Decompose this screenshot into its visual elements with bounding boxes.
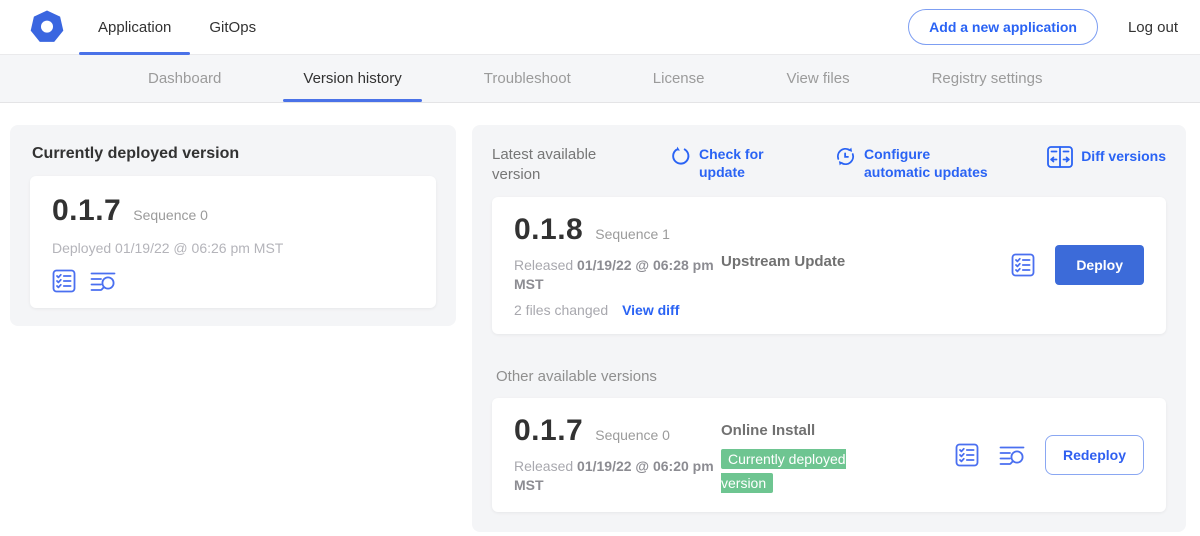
view-diff-link[interactable]: View diff: [622, 302, 679, 318]
subnav-registry-settings[interactable]: Registry settings: [932, 55, 1043, 102]
other-source-column: Online Install Currently deployed versio…: [721, 414, 955, 496]
diff-versions-label: Diff versions: [1081, 147, 1166, 165]
deployed-version-number: 0.1.7: [52, 194, 121, 228]
other-version-actions: Redeploy: [955, 414, 1144, 496]
currently-deployed-panel: Currently deployed version 0.1.7 Sequenc…: [10, 125, 456, 326]
main-content: Currently deployed version 0.1.7 Sequenc…: [0, 103, 1200, 532]
other-sequence-label: Sequence 0: [595, 427, 670, 443]
add-application-button[interactable]: Add a new application: [908, 9, 1098, 45]
latest-version-number: 0.1.8: [514, 213, 583, 247]
preflight-checklist-icon[interactable]: [1011, 253, 1035, 277]
subnav-license-label: License: [653, 70, 705, 87]
logout-link[interactable]: Log out: [1128, 19, 1178, 36]
deployed-version-row: 0.1.7 Sequence 0: [52, 194, 414, 228]
deployed-timestamp: Deployed 01/19/22 @ 06:26 pm MST: [52, 240, 414, 256]
kots-logo-icon: [30, 10, 64, 44]
redeploy-button[interactable]: Redeploy: [1045, 435, 1144, 475]
deployed-actions: [52, 269, 414, 293]
other-released-timestamp: Released 01/19/22 @ 06:20 pm MST: [514, 457, 714, 496]
refresh-icon: [670, 146, 691, 167]
check-for-update-link[interactable]: Check for update: [670, 145, 769, 181]
latest-version-card: 0.1.8 Sequence 1 Released 01/19/22 @ 06:…: [492, 197, 1166, 334]
latest-source-label: Upstream Update: [721, 253, 845, 270]
check-for-update-label: Check for update: [699, 145, 769, 181]
auto-update-clock-icon: [835, 146, 856, 167]
version-history-panel: Latest available version Check for updat…: [472, 125, 1186, 532]
view-logs-icon[interactable]: [90, 269, 116, 293]
subnav-version-history[interactable]: Version history: [303, 55, 401, 102]
latest-version-actions: Deploy: [1011, 213, 1144, 318]
other-version-info: 0.1.7 Sequence 0 Released 01/19/22 @ 06:…: [514, 414, 719, 496]
released-prefix: Released: [514, 458, 573, 474]
top-nav-right: Add a new application Log out: [908, 9, 1200, 45]
currently-deployed-title: Currently deployed version: [32, 145, 436, 163]
files-changed-label: 2 files changed: [514, 302, 608, 318]
subnav-troubleshoot-label: Troubleshoot: [484, 70, 571, 87]
configure-automatic-updates-link[interactable]: Configure automatic updates: [835, 145, 998, 181]
tab-application[interactable]: Application: [79, 0, 190, 55]
other-source-label: Online Install: [721, 422, 815, 439]
latest-sequence-label: Sequence 1: [595, 226, 670, 242]
preflight-checklist-icon[interactable]: [955, 443, 979, 467]
configure-automatic-updates-label: Configure automatic updates: [864, 145, 998, 181]
diff-versions-link[interactable]: Diff versions: [1047, 145, 1166, 168]
currently-deployed-badge-wrap: Currently deployed version: [721, 448, 883, 496]
latest-source-column: Upstream Update: [721, 213, 1011, 318]
deploy-button[interactable]: Deploy: [1055, 245, 1144, 285]
app-tabs: Application GitOps: [79, 0, 275, 55]
deployed-sequence-label: Sequence 0: [133, 207, 208, 223]
other-available-versions-title: Other available versions: [496, 368, 1166, 385]
subnav-license[interactable]: License: [653, 55, 705, 102]
deployed-version-card: 0.1.7 Sequence 0 Deployed 01/19/22 @ 06:…: [30, 176, 436, 308]
subnav-view-files[interactable]: View files: [786, 55, 849, 102]
preflight-checklist-icon[interactable]: [52, 269, 76, 293]
version-history-header: Latest available version Check for updat…: [492, 145, 1166, 185]
subnav-dashboard-label: Dashboard: [148, 70, 221, 87]
tab-application-label: Application: [98, 19, 171, 36]
app-sub-nav: Dashboard Version history Troubleshoot L…: [0, 55, 1200, 103]
diff-icon: [1047, 146, 1073, 168]
tab-gitops[interactable]: GitOps: [190, 0, 275, 55]
latest-version-info: 0.1.8 Sequence 1 Released 01/19/22 @ 06:…: [514, 213, 719, 318]
subnav-dashboard[interactable]: Dashboard: [148, 55, 221, 102]
subnav-troubleshoot[interactable]: Troubleshoot: [484, 55, 571, 102]
subnav-registry-settings-label: Registry settings: [932, 70, 1043, 87]
latest-available-title: Latest available version: [492, 145, 624, 185]
top-nav: Application GitOps Add a new application…: [0, 0, 1200, 55]
latest-files-row: 2 files changed View diff: [514, 302, 719, 318]
released-prefix: Released: [514, 257, 573, 273]
latest-released-timestamp: Released 01/19/22 @ 06:28 pm MST: [514, 256, 714, 295]
other-version-number: 0.1.7: [514, 414, 583, 448]
other-version-card: 0.1.7 Sequence 0 Released 01/19/22 @ 06:…: [492, 398, 1166, 512]
view-logs-icon[interactable]: [999, 443, 1025, 467]
currently-deployed-badge: Currently deployed version: [721, 449, 846, 493]
subnav-view-files-label: View files: [786, 70, 849, 87]
subnav-version-history-label: Version history: [303, 70, 401, 87]
tab-gitops-label: GitOps: [209, 19, 256, 36]
